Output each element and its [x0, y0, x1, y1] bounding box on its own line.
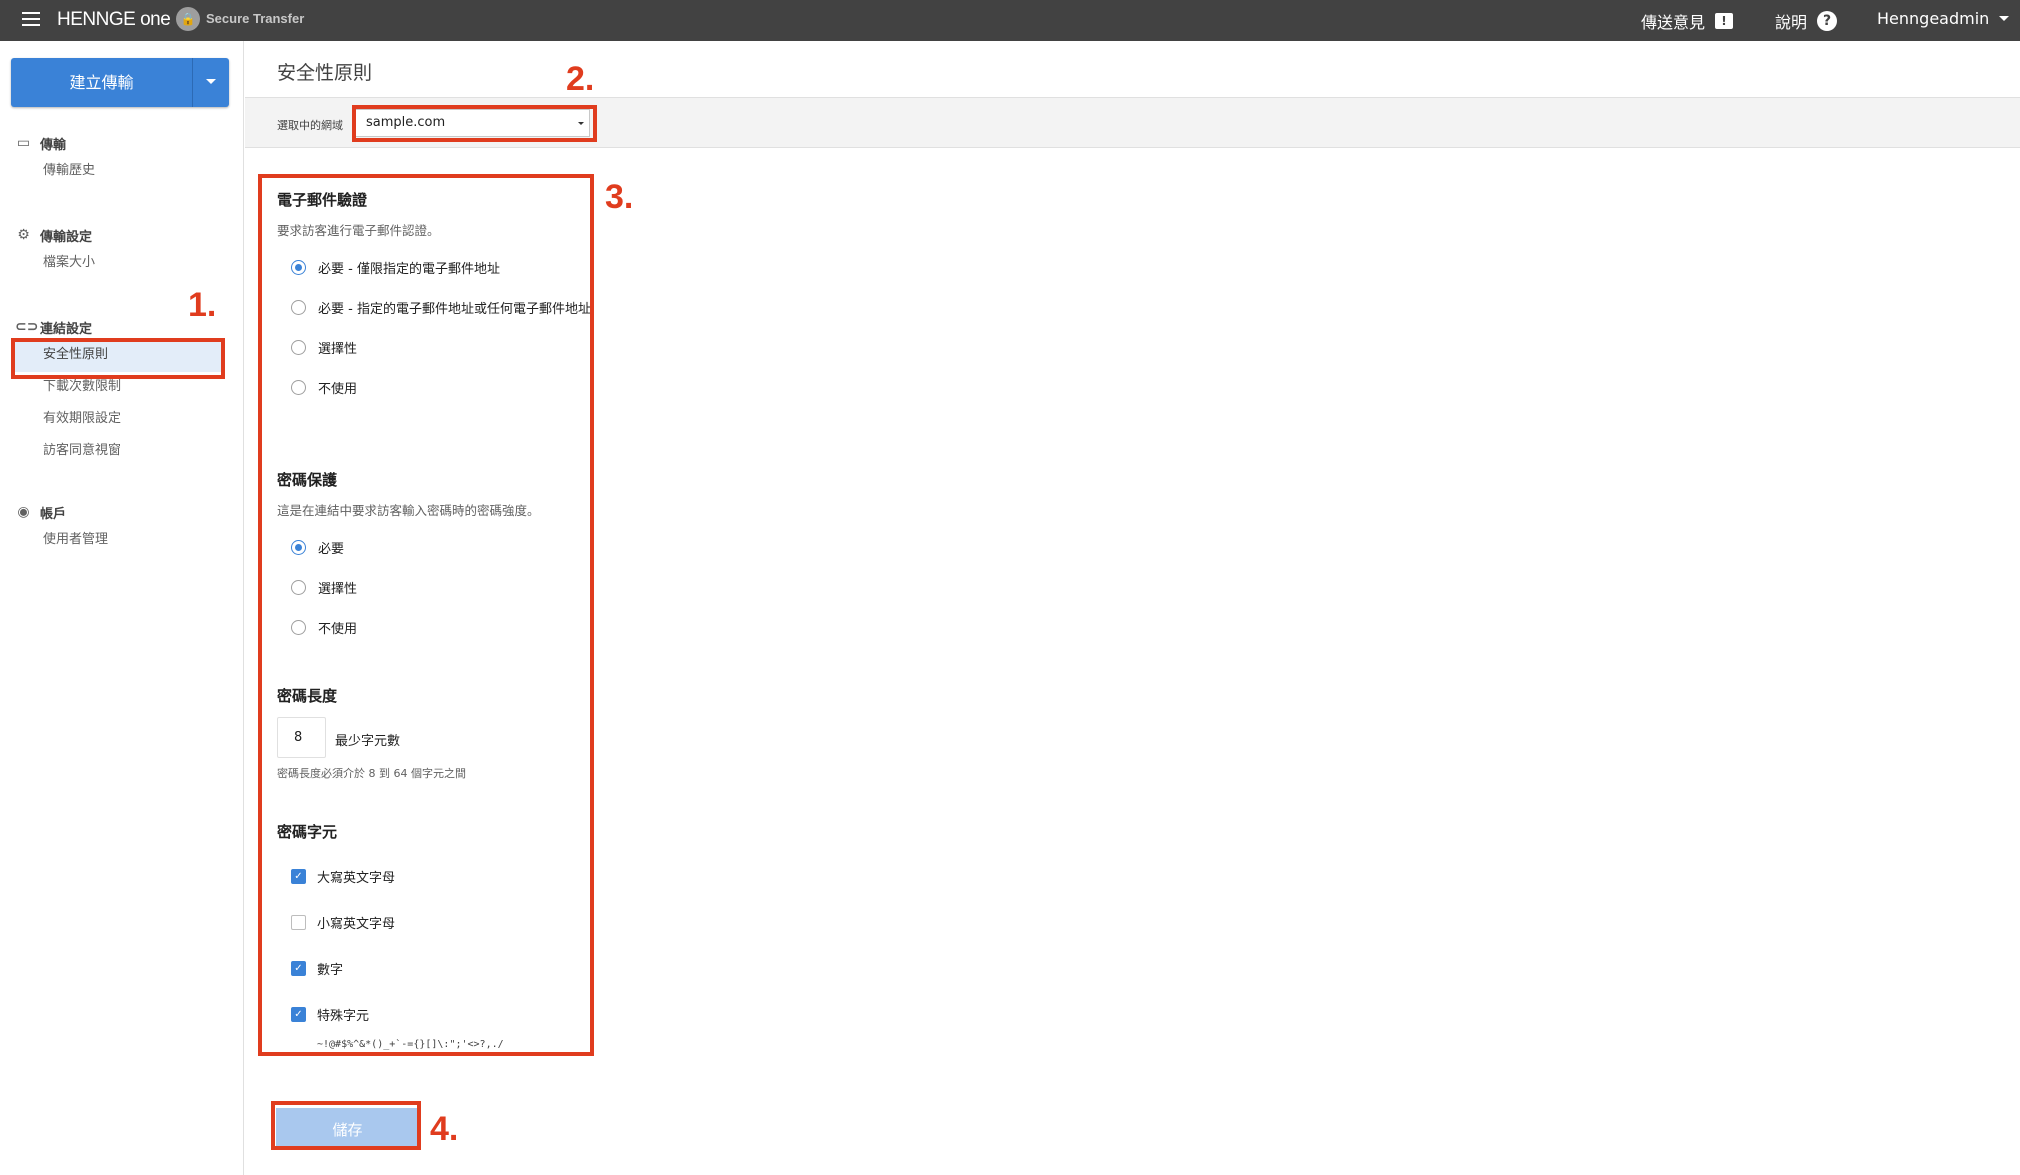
calendar-icon: ▭ — [16, 135, 31, 151]
sidebar-item-transfer-history[interactable]: 傳輸歷史 — [11, 154, 223, 188]
highlight-box-3 — [258, 174, 594, 1056]
nav-section-label: 連結設定 — [40, 322, 93, 337]
nav-section-title: ⚙ 傳輸設定 — [15, 226, 92, 245]
page-title: 安全性原則 — [277, 62, 373, 84]
highlight-box-2 — [352, 105, 597, 142]
annotation-label-4: 4. — [430, 1110, 459, 1148]
sidebar-item-user-management[interactable]: 使用者管理 — [11, 523, 223, 557]
product-name: Secure Transfer — [206, 11, 305, 26]
help-button[interactable]: 說明 ? — [1775, 9, 1838, 33]
nav-section-title: ◉ 帳戶 — [15, 503, 66, 522]
menu-icon[interactable] — [22, 12, 40, 26]
annotation-label-1: 1. — [188, 286, 217, 324]
annotation-label-3: 3. — [605, 178, 634, 216]
sidebar-item-expiry-settings[interactable]: 有效期限設定 — [11, 402, 223, 436]
top-bar: HENNGE one 🔒 Secure Transfer 傳送意見 ! 說明 ?… — [0, 0, 2020, 41]
account-icon: ◉ — [17, 504, 30, 520]
chevron-down-icon — [206, 79, 216, 84]
sidebar-item-guest-consent[interactable]: 訪客同意視窗 — [11, 434, 223, 468]
create-transfer-button-group: 建立傳輸 — [11, 58, 229, 107]
user-name: Henngeadmin — [1877, 9, 1990, 28]
nav-section-label: 帳戶 — [40, 507, 67, 522]
sidebar: 建立傳輸 ▭ 傳輸 傳輸歷史 ⚙ 傳輸設定 檔案大小 ⊂⊃ 連結設定 安全性原則… — [0, 41, 244, 1175]
help-label: 說明 — [1775, 13, 1808, 32]
nav-section-title: ▭ 傳輸 — [15, 134, 66, 153]
chevron-down-icon — [1999, 16, 2010, 21]
lock-icon: 🔒 — [176, 7, 200, 31]
create-transfer-dropdown[interactable] — [193, 58, 229, 107]
nav-section-title: ⊂⊃ 連結設定 — [15, 318, 92, 337]
gear-icon: ⚙ — [17, 227, 30, 243]
highlight-box-1 — [11, 338, 225, 379]
nav-section-label: 傳輸 — [40, 138, 67, 153]
highlight-box-4 — [271, 1101, 421, 1150]
sidebar-item-file-size[interactable]: 檔案大小 — [11, 246, 223, 280]
brand-logo[interactable]: HENNGE one — [57, 9, 171, 31]
feedback-icon: ! — [1715, 13, 1734, 29]
create-transfer-button[interactable]: 建立傳輸 — [11, 58, 192, 107]
link-icon: ⊂⊃ — [15, 319, 39, 335]
nav-section-label: 傳輸設定 — [40, 230, 93, 245]
feedback-label: 傳送意見 — [1641, 13, 1706, 32]
feedback-button[interactable]: 傳送意見 ! — [1641, 9, 1734, 33]
help-icon: ? — [1817, 11, 1838, 31]
user-menu[interactable]: Henngeadmin — [1877, 9, 2010, 28]
domain-label: 選取中的網域 — [277, 119, 343, 132]
annotation-label-2: 2. — [566, 60, 595, 98]
